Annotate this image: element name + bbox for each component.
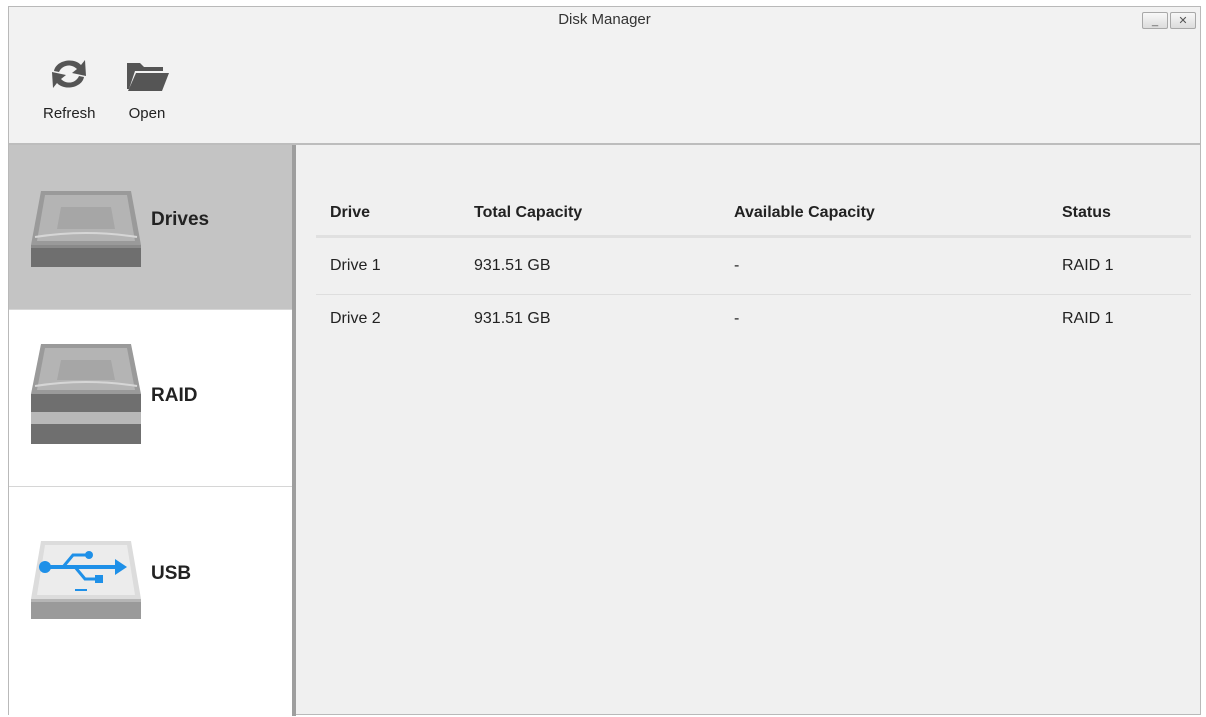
cell-status: RAID 1 [1062,310,1114,327]
folder-icon [127,63,169,91]
sidebar-item-usb[interactable]: USB [9,487,292,663]
cell-drive: Drive 1 [316,236,460,295]
minimize-icon: _ [1151,14,1159,27]
table-row[interactable]: Drive 1 931.51 GB - RAID 1 [316,236,1191,295]
sidebar-item-raid[interactable]: RAID [9,310,292,487]
column-header-status[interactable]: Status [1048,191,1191,238]
cell-total-capacity: 931.51 GB [460,236,720,295]
table-row[interactable]: Drive 2 931.51 GB - RAID 1 [316,295,1191,367]
sidebar-item-drives[interactable]: Drives [9,145,292,310]
open-label: Open [128,105,166,122]
sidebar-item-label: RAID [151,385,198,406]
cell-status: RAID 1 [1048,236,1191,295]
cell-drive: Drive 2 [330,310,381,327]
sidebar-item-label: Drives [151,209,210,230]
refresh-label: Refresh [43,105,96,122]
open-button[interactable]: Open [123,51,171,122]
column-header-available-capacity[interactable]: Available Capacity [720,191,1048,238]
cell-available-capacity: - [720,236,1048,295]
drives-table: Drive Total Capacity Available Capacity … [316,191,1191,366]
refresh-button[interactable]: Refresh [43,51,96,122]
close-icon: ✕ [1178,15,1188,27]
column-header-total-capacity[interactable]: Total Capacity [460,191,720,238]
toolbar: Refresh Open [9,37,1200,145]
title-bar: Disk Manager _ ✕ [9,7,1200,37]
column-header-drive[interactable]: Drive [316,191,460,238]
table-header-row: Drive Total Capacity Available Capacity … [316,191,1191,238]
drives-panel: Drive Total Capacity Available Capacity … [296,145,1200,714]
minimize-button[interactable]: _ [1142,12,1168,29]
close-button[interactable]: ✕ [1170,12,1196,29]
window-title: Disk Manager [558,11,651,28]
refresh-icon [52,60,87,88]
disk-manager-window: Disk Manager _ ✕ Refresh Open Drives RAI… [8,6,1201,716]
cell-available-capacity: - [734,310,740,327]
sidebar: Drives RAID USB [9,145,296,716]
raid-drives-icon [31,344,141,444]
usb-drive-icon [31,541,141,619]
sidebar-item-label: USB [151,563,192,584]
hard-drive-icon [31,191,141,267]
cell-total-capacity: 931.51 GB [474,310,551,327]
